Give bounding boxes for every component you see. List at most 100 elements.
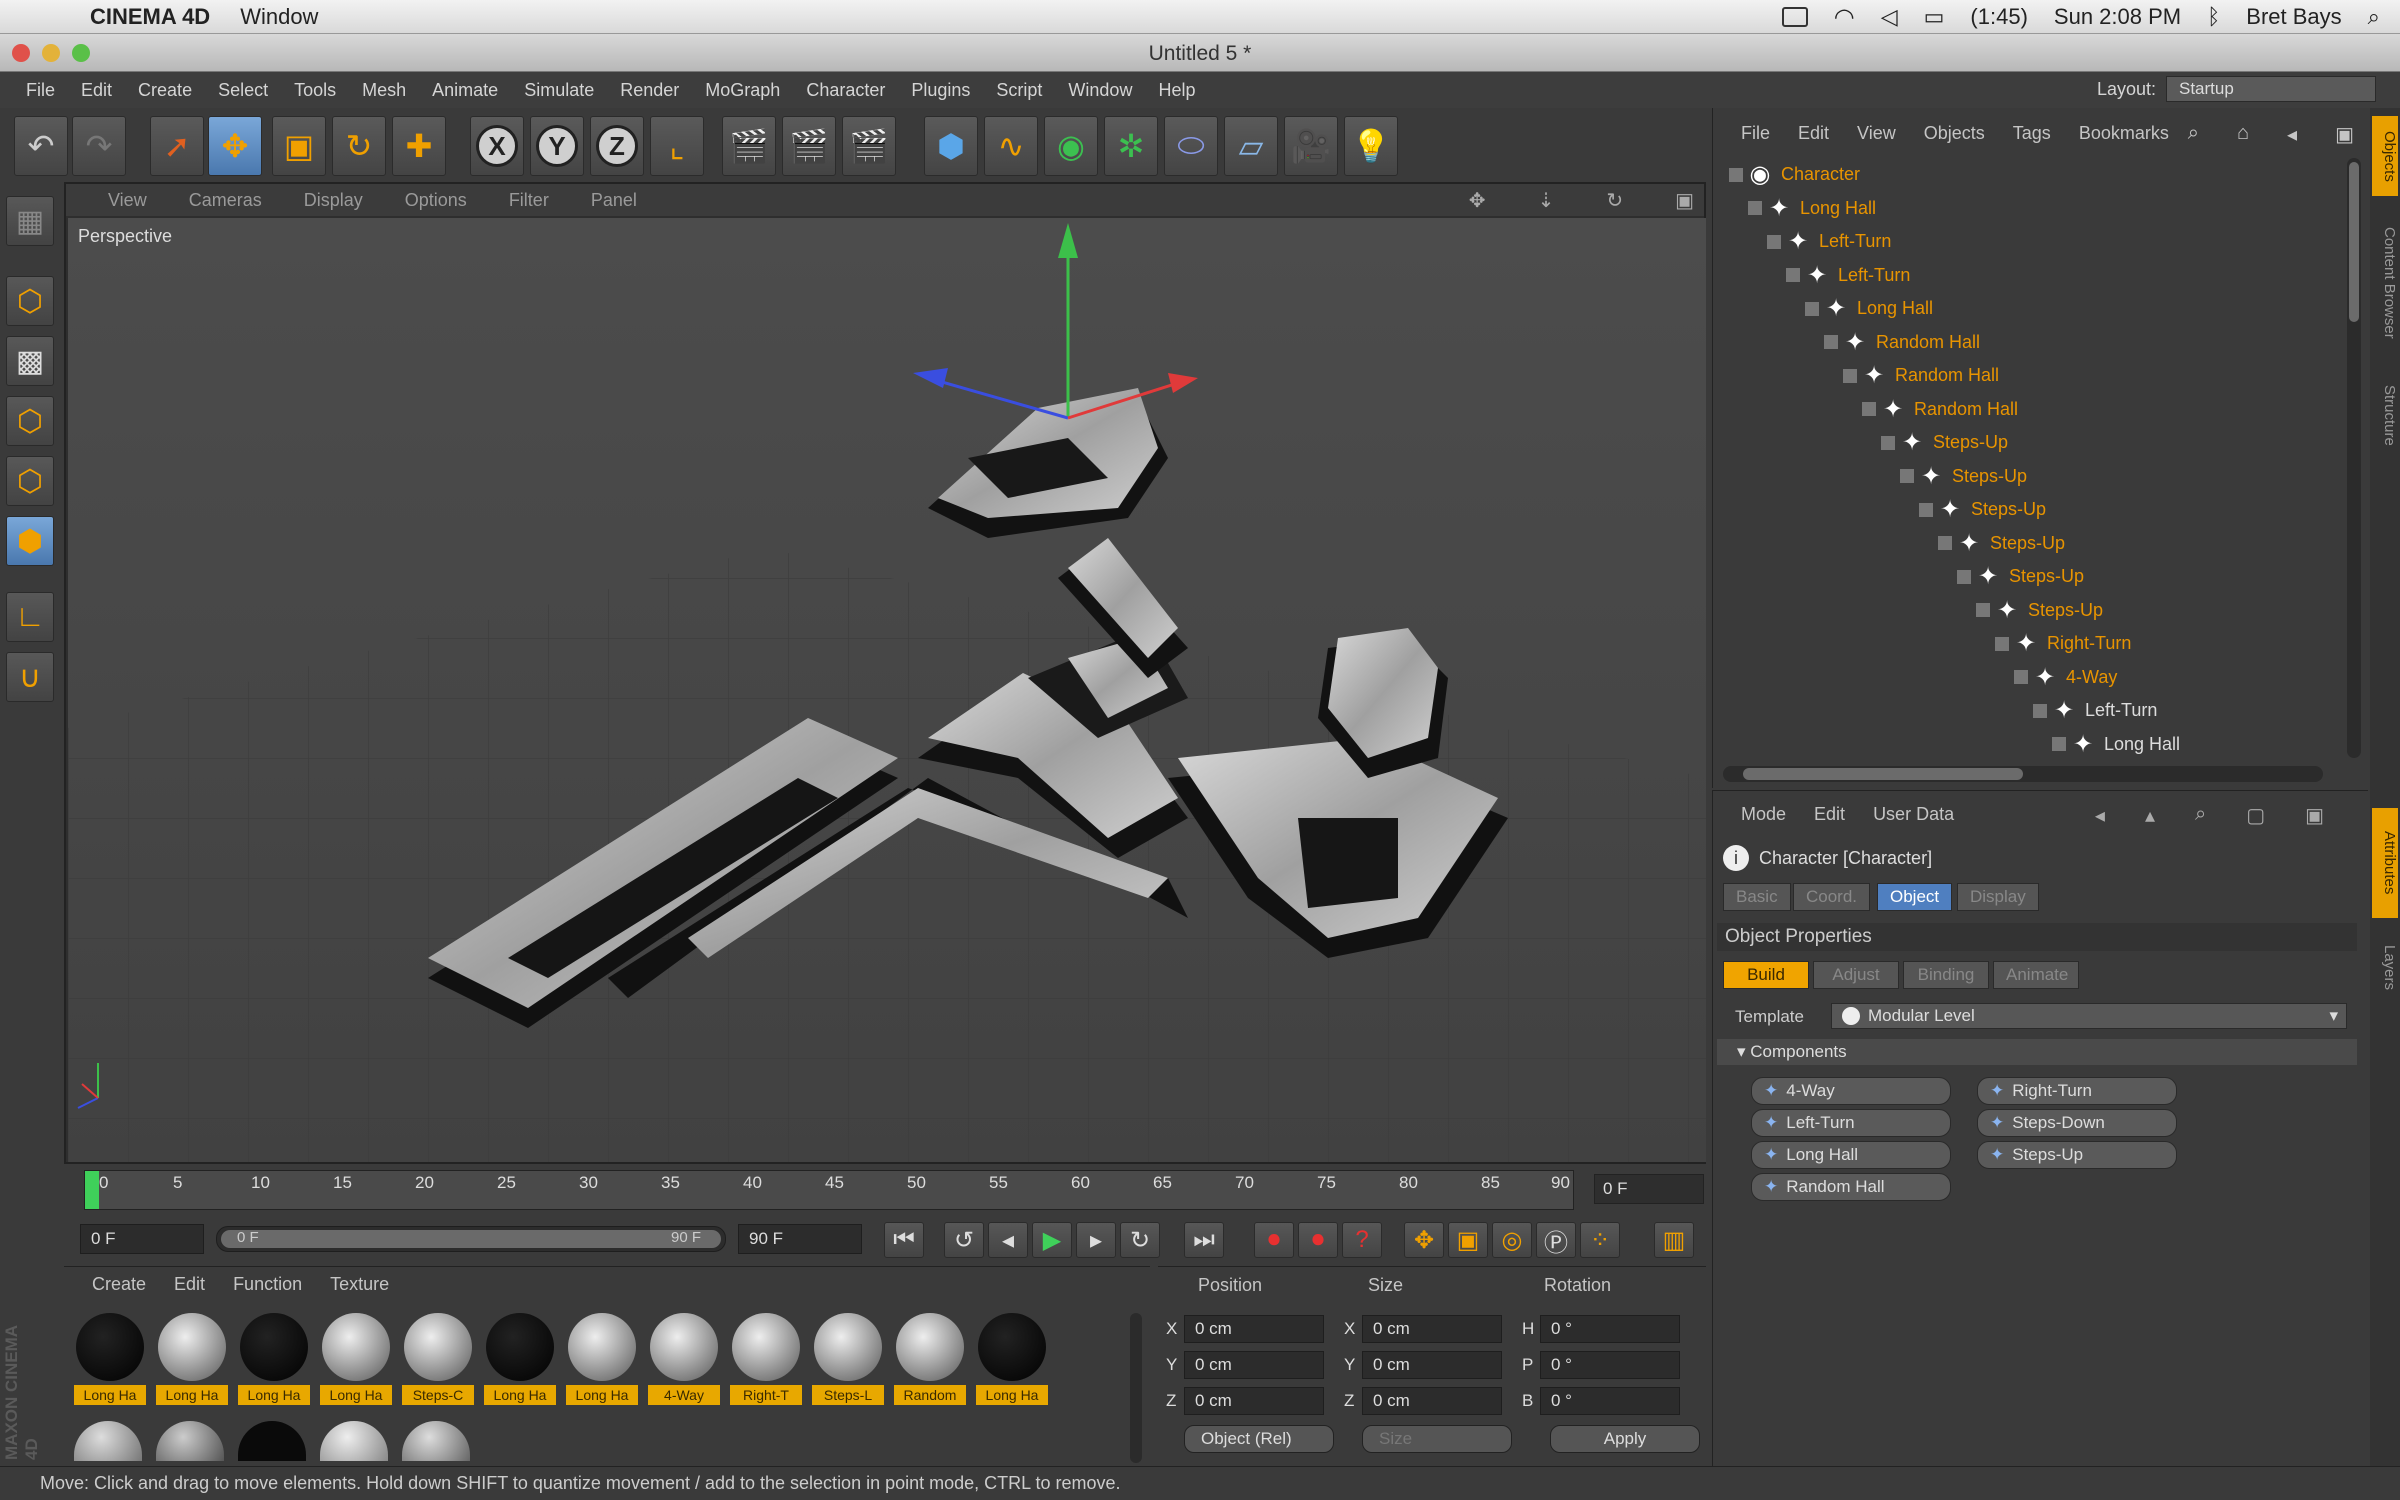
material-swatch[interactable]: Long Ha	[566, 1313, 638, 1405]
expand-toggle-icon[interactable]	[1843, 368, 1857, 383]
material-swatch[interactable]: Long Ha	[484, 1313, 556, 1405]
current-frame-field[interactable]: 0 F	[1594, 1174, 1704, 1204]
material-label[interactable]: Steps-L	[812, 1385, 884, 1405]
screen-icon[interactable]	[1781, 7, 1808, 27]
viewport-menu-options[interactable]: Options	[405, 190, 467, 211]
clock[interactable]: Sun 2:08 PM	[2054, 4, 2181, 30]
template-dropdown[interactable]: Modular Level ▾	[1831, 1003, 2347, 1029]
pos-y-field[interactable]: 0 cm	[1184, 1351, 1324, 1379]
subtab-animate[interactable]: Animate	[1993, 961, 2079, 989]
expand-toggle-icon[interactable]	[1881, 435, 1895, 450]
expand-toggle-icon[interactable]	[1786, 268, 1800, 282]
menu-mesh[interactable]: Mesh	[362, 80, 406, 101]
menu-render[interactable]: Render	[620, 80, 679, 101]
render-view-button[interactable]: 🎬	[722, 116, 776, 176]
add-spline-button[interactable]: ∿	[984, 116, 1038, 176]
record-rotation-button[interactable]: ◎	[1492, 1222, 1532, 1258]
edges-mode-button[interactable]: ⬡	[6, 456, 54, 506]
object-menu-edit[interactable]: Edit	[1798, 123, 1829, 144]
expand-toggle-icon[interactable]	[1805, 301, 1819, 316]
app-name-menu[interactable]: CINEMA 4D	[90, 4, 210, 30]
expand-toggle-icon[interactable]	[1767, 234, 1781, 249]
expand-toggle-icon[interactable]	[1938, 536, 1952, 550]
y-axis-button[interactable]: Y	[530, 116, 584, 176]
x-axis-button[interactable]: X	[470, 116, 524, 176]
menu-file[interactable]: File	[26, 80, 55, 101]
move-tool-button[interactable]: ✥	[208, 116, 262, 176]
scale-tool-button[interactable]: ▣	[272, 116, 326, 176]
rot-h-field[interactable]: 0 °	[1540, 1315, 1680, 1343]
tab-basic[interactable]: Basic	[1723, 883, 1791, 911]
menu-edit[interactable]: Edit	[81, 80, 112, 101]
apply-button[interactable]: Apply	[1550, 1425, 1700, 1453]
material-label[interactable]: Right-T	[730, 1385, 802, 1405]
expand-toggle-icon[interactable]	[1957, 569, 1971, 584]
rot-b-field[interactable]: 0 °	[1540, 1387, 1680, 1415]
component-button[interactable]: ✦ Random Hall	[1751, 1173, 1951, 1201]
component-button[interactable]: ✦ Right-Turn	[1977, 1077, 2177, 1105]
material-swatch[interactable]: Long Ha	[976, 1313, 1048, 1405]
expand-toggle-icon[interactable]	[1995, 636, 2009, 651]
menu-simulate[interactable]: Simulate	[524, 80, 594, 101]
subtab-binding[interactable]: Binding	[1903, 961, 1989, 989]
viewport-menu-panel[interactable]: Panel	[591, 190, 637, 211]
add-light-button[interactable]: 💡	[1344, 116, 1398, 176]
pan-icon[interactable]: ✥	[1469, 188, 1486, 213]
object-tree-item[interactable]: ✦ Long Hall	[1805, 292, 1933, 325]
range-slider[interactable]: 0 F 90 F	[216, 1226, 726, 1252]
pos-x-field[interactable]: 0 cm	[1184, 1315, 1324, 1343]
object-vertical-scrollbar[interactable]	[2347, 158, 2361, 758]
object-tree-item[interactable]: ✦ Steps-Up	[1919, 493, 2046, 526]
material-preview-stone[interactable]	[320, 1421, 388, 1461]
subtab-build[interactable]: Build	[1723, 961, 1809, 989]
spotlight-search-icon[interactable]: ⌕	[2368, 4, 2380, 30]
object-menu-tags[interactable]: Tags	[2013, 123, 2051, 144]
object-menu-view[interactable]: View	[1857, 123, 1896, 144]
size-y-field[interactable]: 0 cm	[1362, 1351, 1502, 1379]
panel-icon[interactable]: ▣	[2335, 122, 2354, 147]
viewport-canvas[interactable]: Perspective	[68, 218, 1706, 1162]
component-button[interactable]: ✦ Steps-Up	[1977, 1141, 2177, 1169]
search-icon[interactable]: ⌕	[2188, 122, 2199, 147]
timeline-ruler[interactable]: 0 5 10 15 20 25 30 35 40 45 50 55 60 65 …	[84, 1170, 1574, 1210]
component-button[interactable]: ✦ 4-Way	[1751, 1077, 1951, 1105]
perspective-viewport[interactable]: View Cameras Display Options Filter Pane…	[64, 182, 1706, 1164]
viewport-menu-view[interactable]: View	[108, 190, 147, 211]
expand-toggle-icon[interactable]	[2052, 737, 2066, 751]
record-parameter-button[interactable]: Ⓟ	[1536, 1222, 1576, 1258]
viewport-menu-filter[interactable]: Filter	[509, 190, 549, 211]
window-menu[interactable]: Window	[240, 4, 318, 30]
layout-select[interactable]: Startup	[2166, 76, 2376, 102]
object-tree-item[interactable]: ✦ Random Hall	[1862, 393, 2018, 426]
back-arrow-icon[interactable]: ◂	[2095, 803, 2105, 828]
new-panel-icon[interactable]: ▣	[2305, 803, 2324, 828]
pos-z-field[interactable]: 0 cm	[1184, 1387, 1324, 1415]
recent-tool-button[interactable]: ✚	[392, 116, 446, 176]
lock-icon[interactable]: ▢	[2246, 803, 2265, 828]
material-label[interactable]: Random	[894, 1385, 966, 1405]
size-x-field[interactable]: 0 cm	[1362, 1315, 1502, 1343]
menu-mograph[interactable]: MoGraph	[705, 80, 780, 101]
material-preview-stone[interactable]	[402, 1421, 470, 1461]
end-frame-field[interactable]: 90 F	[738, 1224, 862, 1254]
material-menu-function[interactable]: Function	[233, 1274, 302, 1295]
rot-p-field[interactable]: 0 °	[1540, 1351, 1680, 1379]
menu-character[interactable]: Character	[806, 80, 885, 101]
material-label[interactable]: 4-Way	[648, 1385, 720, 1405]
tab-coord[interactable]: Coord.	[1793, 883, 1871, 911]
attribute-menu-user-data[interactable]: User Data	[1873, 804, 1954, 825]
render-picture-viewer-button[interactable]: 🎬	[782, 116, 836, 176]
object-tree-item[interactable]: ✦ Left-Turn	[2033, 694, 2157, 727]
record-position-button[interactable]: ✥	[1404, 1222, 1444, 1258]
attribute-menu-mode[interactable]: Mode	[1741, 804, 1786, 825]
orbit-icon[interactable]: ↻	[1606, 188, 1623, 213]
start-frame-field[interactable]: 0 F	[80, 1224, 204, 1254]
object-tree-item[interactable]: ✦ 4-Way	[2014, 661, 2117, 694]
attribute-menu-edit[interactable]: Edit	[1814, 804, 1845, 825]
material-label[interactable]: Long Ha	[238, 1385, 310, 1405]
material-label[interactable]: Steps-C	[402, 1385, 474, 1405]
material-menu-edit[interactable]: Edit	[174, 1274, 205, 1295]
menu-help[interactable]: Help	[1158, 80, 1195, 101]
material-swatch[interactable]: Long Ha	[238, 1313, 310, 1405]
material-swatch[interactable]: Long Ha	[320, 1313, 392, 1405]
